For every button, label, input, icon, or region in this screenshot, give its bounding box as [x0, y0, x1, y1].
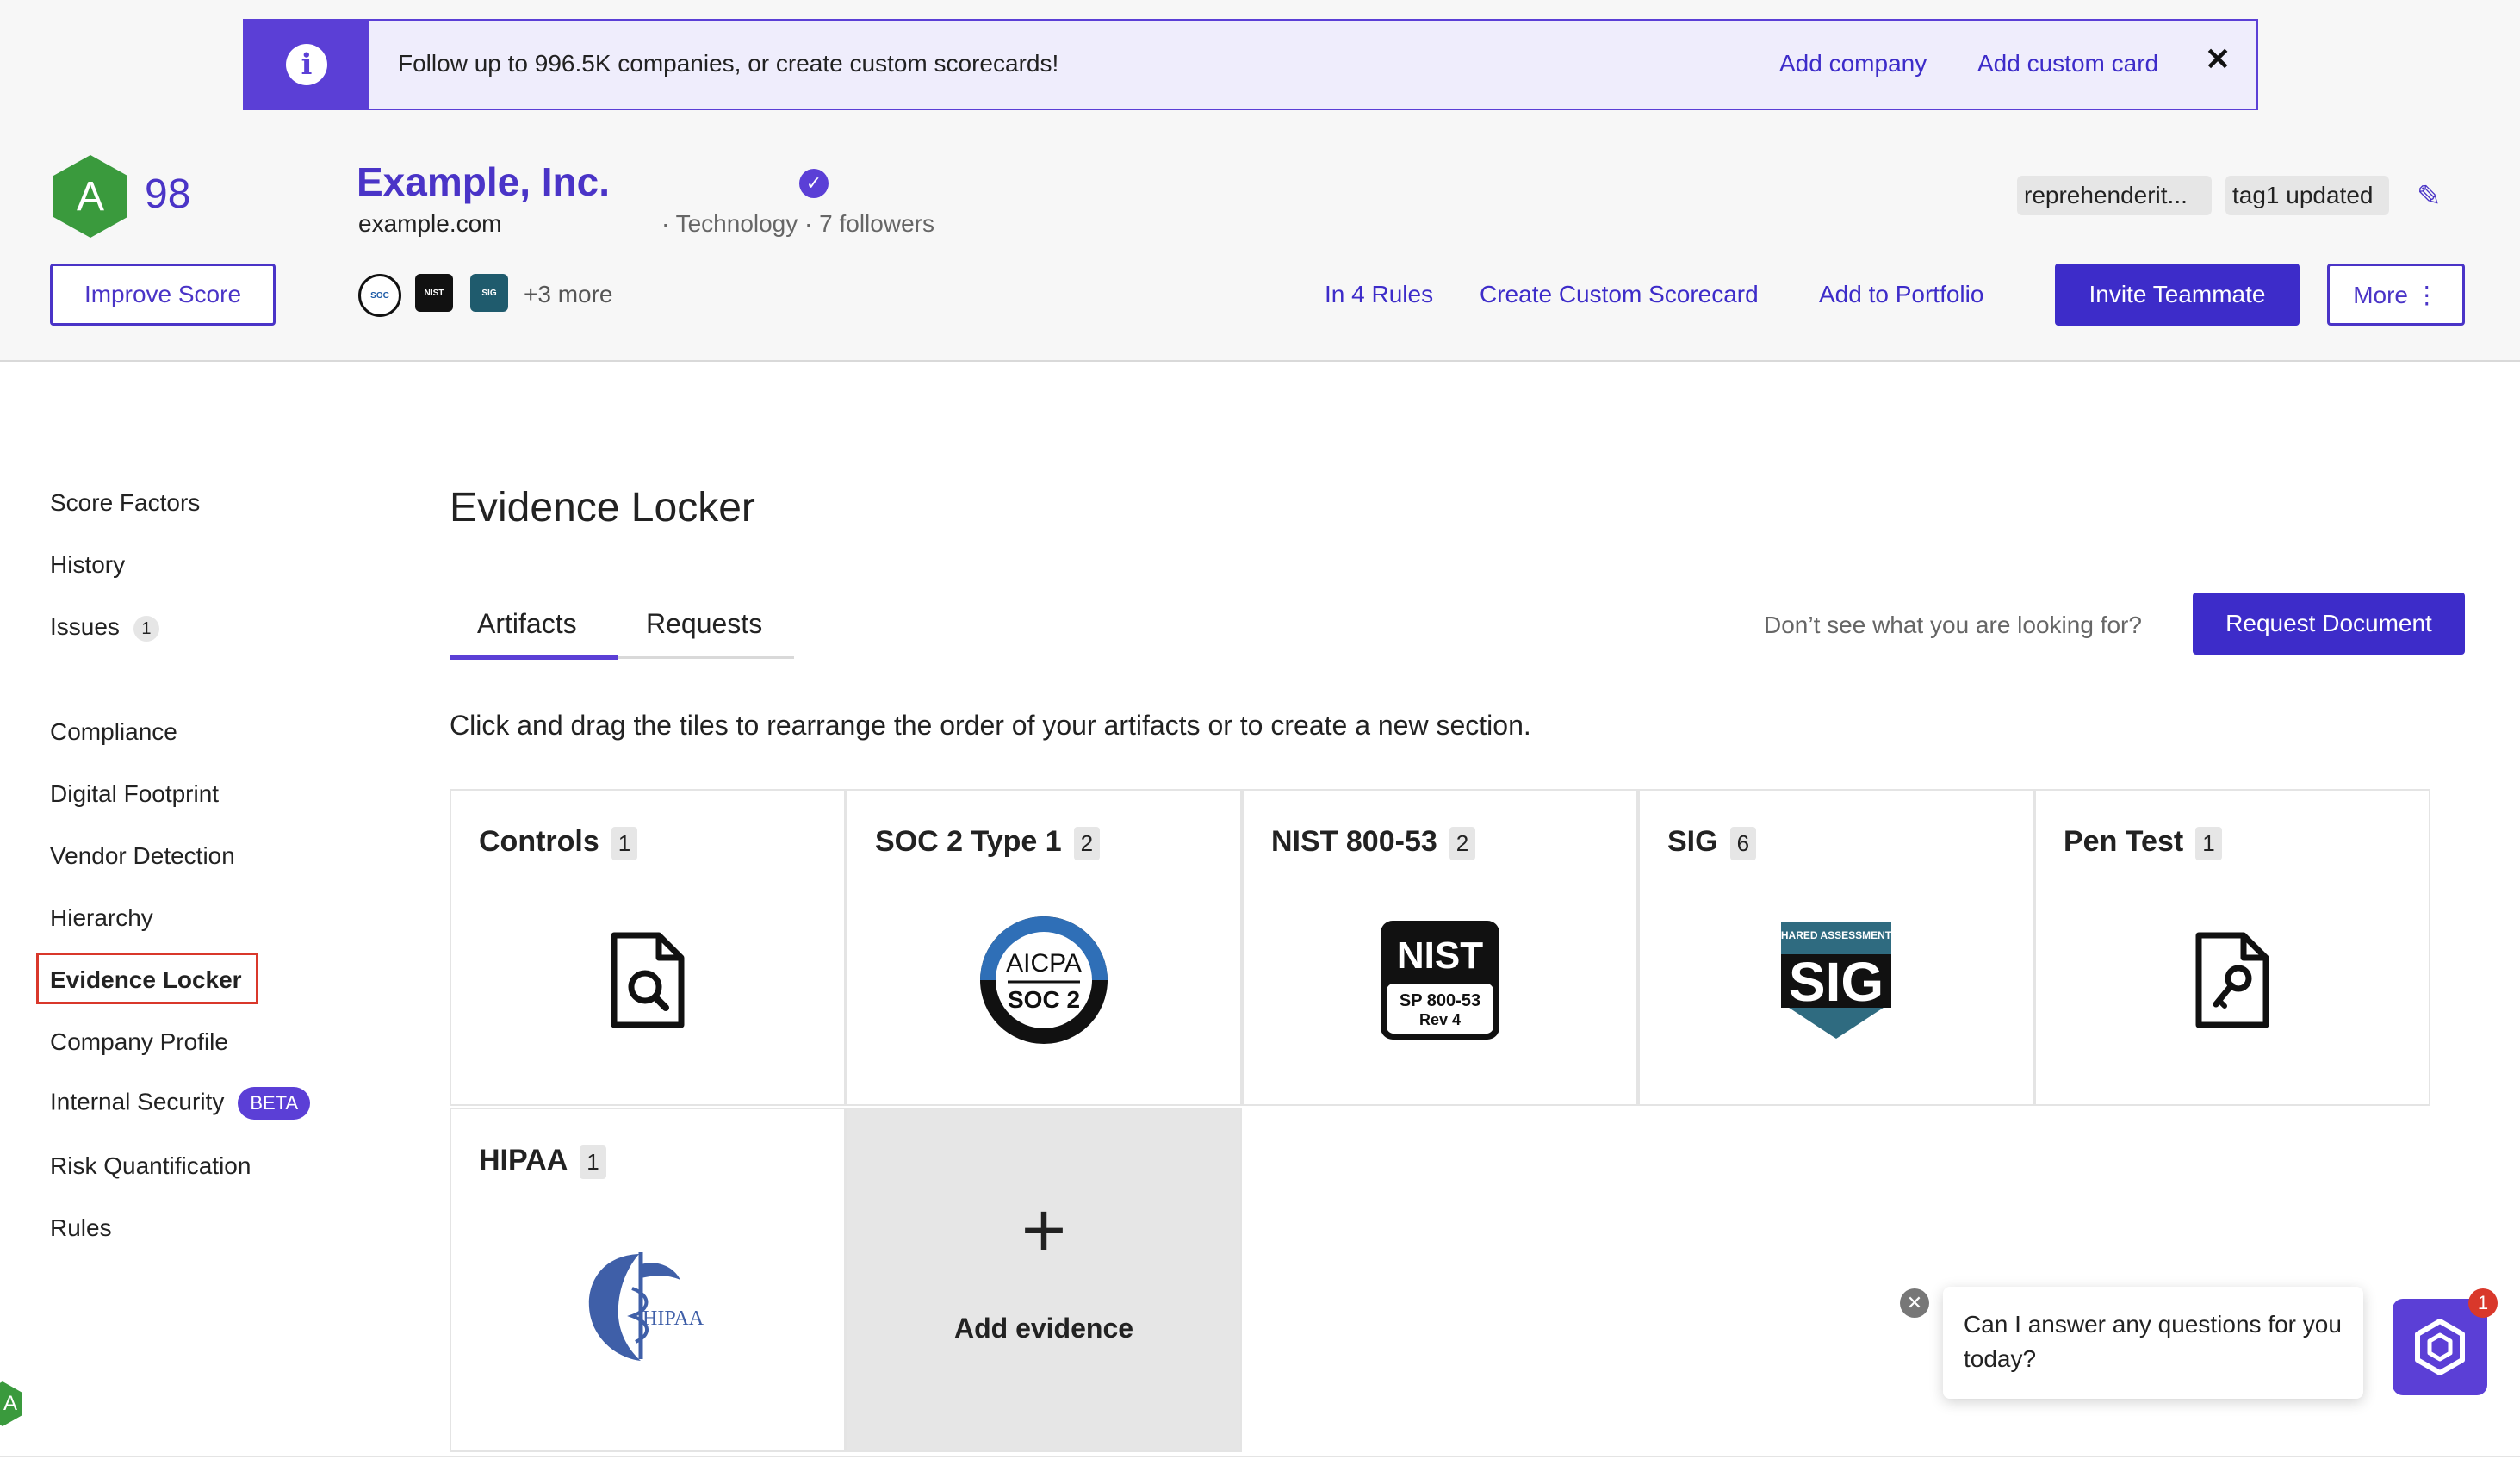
company-domain[interactable]: example.com [358, 210, 502, 238]
more-badges-link[interactable]: +3 more [524, 281, 613, 308]
tile-title: SIG 6 [1667, 825, 1757, 860]
tile-count: 6 [1729, 826, 1757, 860]
banner-icon-box: i [245, 21, 369, 109]
tile-count: 2 [1073, 826, 1101, 860]
tile-title-label: HIPAA [479, 1144, 568, 1177]
banner-text: Follow up to 996.5K companies, or create… [398, 50, 1059, 77]
instructions-text: Click and drag the tiles to rearrange th… [450, 710, 1531, 741]
sidebar-item-digital-footprint[interactable]: Digital Footprint [50, 780, 219, 808]
tile-count: 1 [2195, 826, 2222, 860]
tile-title: NIST 800-53 2 [1271, 825, 1476, 860]
tile-title-label: SOC 2 Type 1 [875, 825, 1062, 858]
tile-title: Controls 1 [479, 825, 638, 860]
artifact-tile-soc2[interactable]: SOC 2 Type 1 2 AICPA SOC 2 [846, 789, 1242, 1106]
nist-logo: NIST SP 800-53 Rev 4 [1244, 911, 1636, 1049]
helper-text: Don’t see what you are looking for? [1764, 612, 2142, 638]
nist-sp-text: SP 800-53 [1400, 991, 1480, 1010]
tile-count: 2 [1449, 826, 1476, 860]
artifact-tile-hipaa[interactable]: HIPAA 1 HIPAA [450, 1108, 846, 1452]
sidebar-item-label: Internal Security [50, 1088, 225, 1115]
active-tab-indicator [450, 655, 618, 660]
sidebar-item-compliance[interactable]: Compliance [50, 718, 177, 746]
chat-close-icon[interactable]: ✕ [1900, 1288, 1929, 1318]
nist-badge-icon[interactable]: NIST [415, 274, 453, 312]
info-banner: i Follow up to 996.5K companies, or crea… [243, 19, 2258, 110]
add-custom-card-link[interactable]: Add custom card [1977, 50, 2158, 78]
add-company-link[interactable]: Add company [1779, 50, 1927, 78]
aicpa-text: AICPA [1006, 949, 1082, 978]
page-title: Evidence Locker [450, 485, 755, 531]
company-meta: · Technology · 7 followers [661, 210, 934, 237]
add-evidence-label: Add evidence [953, 1313, 1134, 1344]
tab-artifacts[interactable]: Artifacts [477, 608, 577, 640]
artifact-tile-nist[interactable]: NIST 800-53 2 NIST SP 800-53 Rev 4 [1242, 789, 1638, 1106]
beta-badge: BETA [238, 1087, 311, 1120]
chat-message-text: Can I answer any questions for you today… [1964, 1311, 2342, 1372]
nist-rev-text: Rev 4 [1419, 1011, 1461, 1028]
improve-score-button[interactable]: Improve Score [50, 264, 276, 326]
tile-count: 1 [580, 1145, 606, 1179]
artifact-tile-sig[interactable]: SIG 6 SHARED ASSESSMENTS SIG [1638, 789, 2034, 1106]
nist-text: NIST [1397, 934, 1483, 977]
sig-main-text: SIG [1789, 951, 1884, 1013]
chat-unread-badge: 1 [2468, 1288, 2498, 1318]
tag-chip[interactable]: tag1 updated [2225, 176, 2389, 215]
tile-title-label: Controls [479, 825, 599, 858]
tile-title: SOC 2 Type 1 2 [875, 825, 1101, 860]
create-custom-scorecard-link[interactable]: Create Custom Scorecard [1480, 281, 1759, 308]
tag-chip[interactable]: reprehenderit... [2017, 176, 2212, 215]
document-search-icon [451, 911, 844, 1049]
hipaa-text: HIPAA [642, 1307, 704, 1330]
sidebar-item-risk-quantification[interactable]: Risk Quantification [50, 1152, 251, 1180]
sidebar-item-history[interactable]: History [50, 551, 125, 579]
sidebar-item-company-profile[interactable]: Company Profile [50, 1028, 228, 1056]
sidebar-item-label: Issues [50, 613, 120, 640]
tile-title: Pen Test 1 [2064, 825, 2222, 860]
document-key-icon [2036, 911, 2429, 1049]
tile-title-label: Pen Test [2064, 825, 2184, 858]
sidebar-item-internal-security[interactable]: Internal Security BETA [50, 1087, 311, 1120]
aicpa-badge-icon[interactable]: SOC [358, 274, 401, 317]
more-button[interactable]: More ⋮ [2327, 264, 2465, 326]
invite-teammate-button[interactable]: Invite Teammate [2055, 264, 2300, 326]
sidebar-item-rules[interactable]: Rules [50, 1214, 112, 1242]
sidebar-item-vendor-detection[interactable]: Vendor Detection [50, 842, 235, 870]
hipaa-logo: HIPAA [451, 1237, 844, 1375]
issues-count-badge: 1 [133, 615, 159, 642]
tile-title-label: NIST 800-53 [1271, 825, 1437, 858]
grade-mini-icon: A [0, 1381, 22, 1426]
request-document-button[interactable]: Request Document [2193, 593, 2465, 655]
tile-title: HIPAA 1 [479, 1144, 606, 1179]
security-score: 98 [145, 171, 191, 217]
add-evidence-tile[interactable]: + Add evidence [846, 1108, 1242, 1452]
verified-icon: ✓ [799, 169, 829, 198]
sig-top-text: SHARED ASSESSMENTS [1779, 929, 1893, 941]
artifact-tile-pen-test[interactable]: Pen Test 1 [2034, 789, 2430, 1106]
tile-count: 1 [611, 826, 638, 860]
tile-title-label: SIG [1667, 825, 1718, 858]
artifact-tile-controls[interactable]: Controls 1 [450, 789, 846, 1106]
info-icon: i [286, 44, 327, 85]
close-icon[interactable]: ✕ [2205, 41, 2231, 78]
sidebar-item-issues[interactable]: Issues 1 [50, 613, 159, 642]
soc2-text: SOC 2 [1008, 986, 1080, 1013]
sidebar-item-evidence-locker[interactable]: Evidence Locker [50, 966, 242, 994]
in-rules-link[interactable]: In 4 Rules [1325, 281, 1433, 308]
aicpa-soc2-logo: AICPA SOC 2 [847, 911, 1240, 1049]
sidebar-item-score-factors[interactable]: Score Factors [50, 489, 200, 517]
company-name: Example, Inc. [357, 159, 611, 204]
sig-logo: SHARED ASSESSMENTS SIG [1640, 911, 2033, 1049]
sig-badge-icon[interactable]: SIG [470, 274, 508, 312]
tab-requests[interactable]: Requests [646, 608, 762, 640]
chat-message-bubble[interactable]: Can I answer any questions for you today… [1943, 1287, 2363, 1399]
chat-logo-icon [2415, 1319, 2465, 1375]
edit-tags-icon[interactable]: ✎ [2417, 179, 2442, 214]
add-to-portfolio-link[interactable]: Add to Portfolio [1819, 281, 1983, 308]
sidebar-item-hierarchy[interactable]: Hierarchy [50, 904, 153, 932]
plus-icon: + [1021, 1188, 1067, 1274]
bottom-divider [0, 1456, 2520, 1457]
